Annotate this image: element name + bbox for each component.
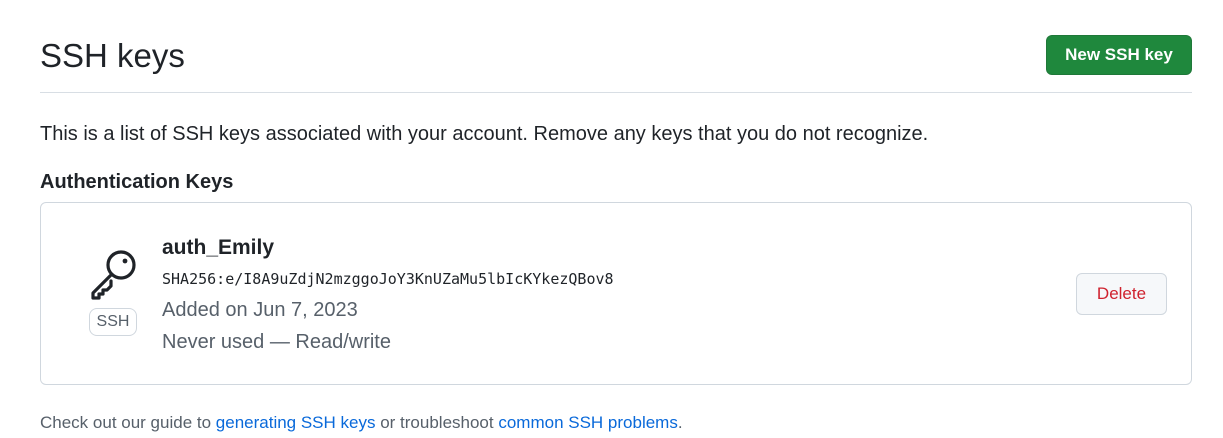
page-title: SSH keys xyxy=(40,37,185,74)
footer-note: Check out our guide to generating SSH ke… xyxy=(40,412,683,434)
footer-middle: or troubleshoot xyxy=(375,413,499,432)
page-header: SSH keys New SSH key xyxy=(40,22,1192,93)
key-fingerprint: SHA256:e/I8A9uZdjN2mzggoJoY3KnUZaMu5lbIc… xyxy=(162,270,614,288)
common-ssh-problems-link[interactable]: common SSH problems xyxy=(498,413,678,432)
footer-prefix: Check out our guide to xyxy=(40,413,216,432)
delete-key-button[interactable]: Delete xyxy=(1076,273,1167,315)
ssh-keys-page: SSH keys New SSH key This is a list of S… xyxy=(0,0,1223,438)
section-title: Authentication Keys xyxy=(40,171,234,193)
key-usage-status: Never used — Read/write xyxy=(162,331,391,353)
footer-suffix: . xyxy=(677,413,683,432)
generating-ssh-keys-link[interactable]: generating SSH keys xyxy=(216,413,376,432)
intro-text: This is a list of SSH keys associated wi… xyxy=(40,123,929,145)
key-title: auth_Emily xyxy=(162,236,275,259)
ssh-type-badge: SSH xyxy=(89,308,137,336)
key-added-date: Added on Jun 7, 2023 xyxy=(162,299,358,321)
new-ssh-key-button[interactable]: New SSH key xyxy=(1046,35,1192,75)
ssh-key-item: SSH auth_Emily SHA256:e/I8A9uZdjN2mzggoJ… xyxy=(40,202,1192,385)
key-icon xyxy=(91,250,136,300)
